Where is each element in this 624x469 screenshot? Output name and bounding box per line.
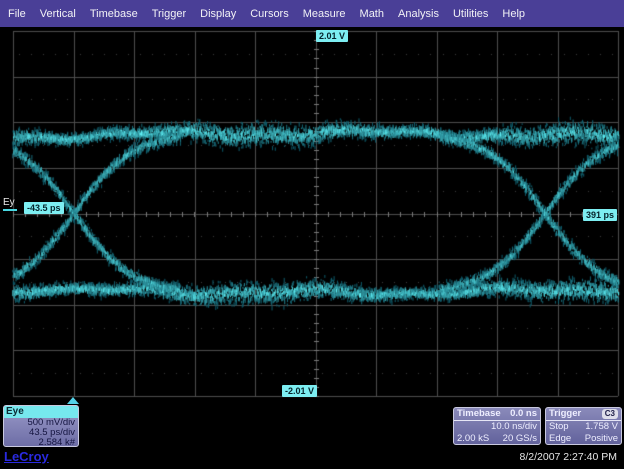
menu-item-timebase[interactable]: Timebase [90,8,138,20]
right-time-label: 391 ps [583,209,617,221]
timebase-sample-rate: 20 GS/s [503,433,537,445]
timebase-offset: 0.0 ns [510,408,537,420]
trace-indicator-label: Ey [3,197,17,211]
menu-item-math[interactable]: Math [360,8,384,20]
menu-item-help[interactable]: Help [502,8,525,20]
trigger-title: Trigger [549,408,581,420]
timebase-panel[interactable]: Timebase 0.0 ns 10.0 ns/div 2.00 kS 20 G… [453,407,541,445]
left-time-label: -43.5 ps [24,202,64,214]
lecroy-logo: LeCroy [4,449,49,464]
datetime-readout: 8/2/2007 2:27:40 PM [520,451,618,463]
menu-item-utilities[interactable]: Utilities [453,8,488,20]
trigger-level: 1.758 V [585,421,618,433]
trigger-slope: Positive [585,433,618,445]
trigger-mode: Stop [549,421,569,433]
trigger-type: Edge [549,433,571,445]
status-bar: LeCroy 8/2/2007 2:27:40 PM [0,447,624,469]
oscilloscope-screen: File Vertical Timebase Trigger Display Cursor… [0,0,624,469]
timebase-title: Timebase [457,408,501,420]
menu-item-cursors[interactable]: Cursors [250,8,289,20]
menu-item-measure[interactable]: Measure [303,8,346,20]
menu-item-trigger[interactable]: Trigger [152,8,186,20]
bottom-voltage-label: -2.01 V [282,385,317,397]
menu-item-display[interactable]: Display [200,8,236,20]
top-voltage-label: 2.01 V [316,30,348,42]
trigger-source-badge: C3 [602,409,618,419]
trigger-position-marker-icon[interactable] [67,397,79,404]
timebase-memory: 2.00 kS [457,433,489,445]
menu-bar: File Vertical Timebase Trigger Display Cursor… [0,0,624,27]
trigger-panel[interactable]: Trigger C3 Stop 1.758 V Edge Positive [545,407,622,445]
eye-diagram-waveform-display[interactable] [0,0,624,469]
eye-persistence-count: 2.584 k# [4,438,78,447]
menu-item-analysis[interactable]: Analysis [398,8,439,20]
menu-item-vertical[interactable]: Vertical [40,8,76,20]
eye-trace-descriptor-box[interactable]: Eye 500 mV/div 43.5 ps/div 2.584 k# [3,405,79,447]
timebase-scale: 10.0 ns/div [491,421,537,433]
menu-item-file[interactable]: File [8,8,26,20]
